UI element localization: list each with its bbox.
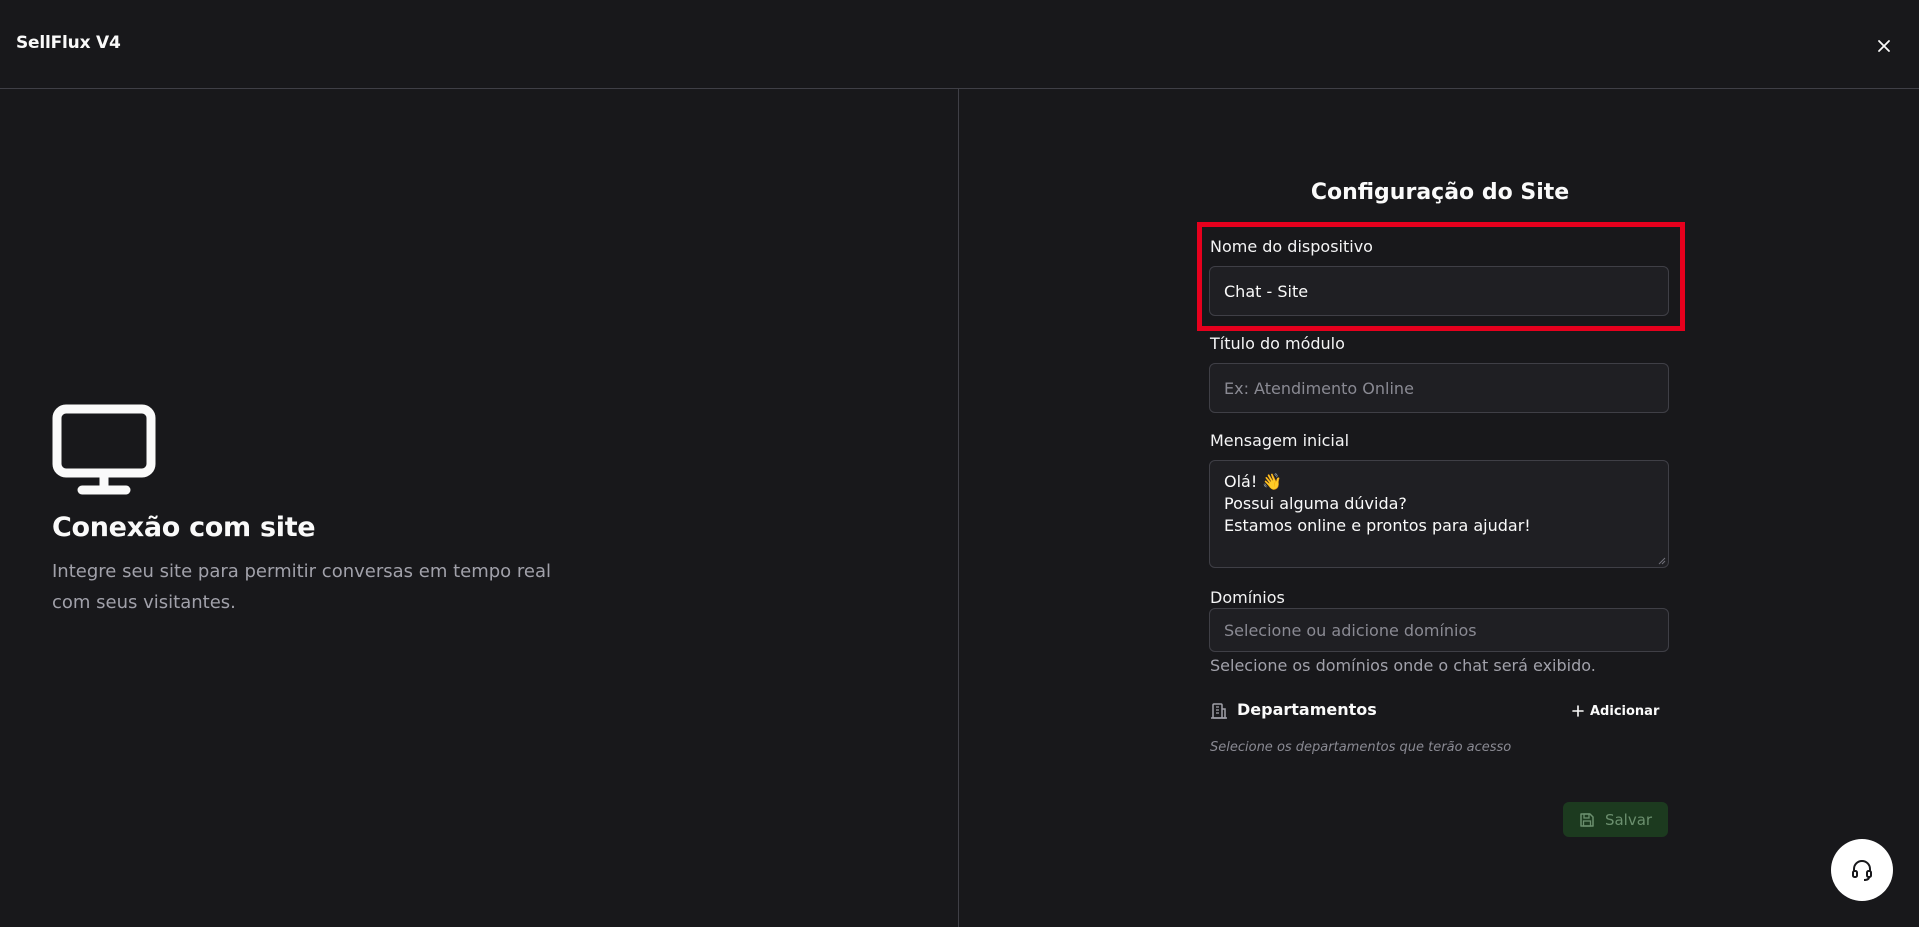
add-department-label: Adicionar — [1590, 703, 1660, 719]
initial-message-label: Mensagem inicial — [1210, 431, 1350, 450]
message-line: Possui alguma dúvida? — [1224, 494, 1407, 513]
domains-select[interactable]: Selecione ou adicione domínios — [1209, 608, 1669, 652]
hero-title: Conexão com site — [52, 512, 316, 543]
top-bar: SellFlux V4 — [0, 0, 1919, 89]
monitor-icon — [52, 404, 156, 495]
domains-placeholder: Selecione ou adicione domínios — [1224, 620, 1477, 640]
close-button[interactable] — [1870, 32, 1898, 60]
save-button[interactable]: Salvar — [1563, 802, 1668, 837]
save-icon — [1580, 812, 1594, 827]
form-title: Configuração do Site — [1310, 180, 1570, 205]
app-window: SellFlux V4 Conexão com site Integre seu… — [0, 0, 1919, 927]
panel-divider — [958, 89, 959, 927]
plus-icon — [1572, 705, 1584, 717]
close-icon — [1878, 40, 1890, 52]
module-title-placeholder: Ex: Atendimento Online — [1224, 378, 1414, 398]
headset-icon — [1852, 860, 1872, 881]
device-name-input[interactable]: Chat - Site — [1209, 266, 1669, 316]
add-department-button[interactable]: Adicionar — [1572, 700, 1659, 722]
support-chat-button[interactable] — [1831, 839, 1893, 901]
device-name-label: Nome do dispositivo — [1210, 237, 1373, 256]
device-name-value: Chat - Site — [1224, 281, 1309, 301]
building-icon — [1211, 703, 1227, 719]
departments-title: Departamentos — [1237, 700, 1377, 719]
module-title-input[interactable]: Ex: Atendimento Online — [1209, 363, 1669, 413]
brand-title: SellFlux V4 — [16, 33, 121, 53]
domains-helper: Selecione os domínios onde o chat será e… — [1210, 656, 1596, 675]
departments-hint: Selecione os departamentos que terão ace… — [1210, 740, 1512, 755]
resize-grip-icon[interactable] — [1656, 555, 1666, 565]
domains-label: Domínios — [1210, 588, 1285, 607]
initial-message-textarea[interactable]: Olá! 👋 Possui alguma dúvida? Estamos onl… — [1209, 460, 1669, 568]
hero-description: Integre seu site para permitir conversas… — [52, 561, 552, 613]
save-label: Salvar — [1604, 810, 1653, 829]
message-line: Estamos online e prontos para ajudar! — [1224, 516, 1531, 535]
module-title-label: Título do módulo — [1210, 334, 1345, 353]
message-line: Olá! 👋 — [1224, 472, 1283, 491]
